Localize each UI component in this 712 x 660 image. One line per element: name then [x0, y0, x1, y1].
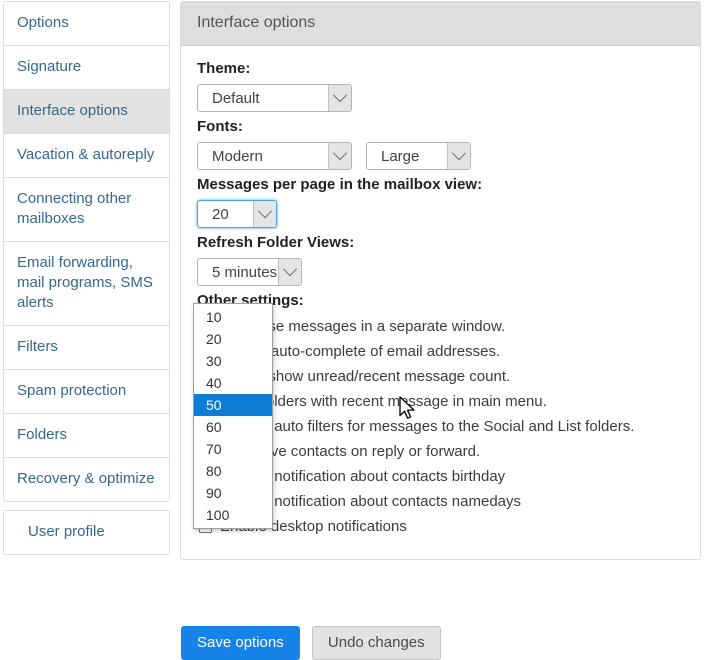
messages-per-page-label: Messages per page in the mailbox view:	[197, 176, 483, 193]
sidebar-item-label: Filters	[17, 338, 58, 355]
sidebar-item-filters[interactable]: Filters	[4, 326, 169, 370]
sidebar-item-label: Options	[17, 14, 69, 31]
font-size-select[interactable]: Large	[366, 142, 471, 170]
font-size-select-value: Large	[381, 147, 420, 165]
messages-per-page-dropdown-list[interactable]: 10 20 30 40 50 60 70 80 90 100	[193, 303, 273, 529]
sidebar-item-label: Interface options	[17, 102, 128, 119]
sidebar-item-label: Email forwarding, mail programs, SMS ale…	[17, 254, 153, 311]
sidebar-item-vacation-autoreply[interactable]: Vacation & autoreply	[4, 134, 169, 178]
dropdown-option[interactable]: 20	[194, 328, 272, 350]
sidebar-item-signature[interactable]: Signature	[4, 46, 169, 90]
panel-body: Theme: Default Fonts: Modern Large Messa…	[181, 46, 700, 559]
theme-select-value: Default	[212, 89, 260, 107]
chevron-down-icon	[253, 201, 276, 227]
form-actions: Save options Undo changes	[181, 626, 441, 660]
sidebar-item-label: Signature	[17, 58, 82, 75]
page-title: Interface options	[197, 14, 316, 31]
refresh-folder-views-select[interactable]: 5 minutes	[197, 258, 302, 286]
sidebar-item-email-forwarding[interactable]: Email forwarding, mail programs, SMS ale…	[4, 242, 169, 326]
fonts-label: Fonts:	[197, 118, 243, 135]
dropdown-option[interactable]: 40	[194, 372, 272, 394]
chevron-down-icon	[447, 143, 470, 169]
sidebar-item-label: Recovery & optimize	[17, 470, 155, 487]
fonts-row: Modern Large	[197, 142, 684, 170]
sidebar-item-interface-options[interactable]: Interface options	[4, 90, 169, 134]
chevron-down-icon	[278, 259, 301, 285]
chevron-down-icon	[328, 85, 351, 111]
undo-changes-button[interactable]: Undo changes	[311, 626, 441, 660]
sidebar-item-user-profile[interactable]: User profile	[4, 511, 169, 554]
sidebar-item-label: Folders	[17, 426, 68, 443]
sidebar-nav-group-profile: User profile	[3, 510, 170, 555]
interface-options-panel: Interface options Theme: Default Fonts: …	[180, 1, 701, 560]
sidebar-item-label: Vacation & autoreply	[17, 146, 155, 163]
dropdown-option[interactable]: 90	[194, 482, 272, 504]
dropdown-option[interactable]: 30	[194, 350, 272, 372]
sidebar-item-spam-protection[interactable]: Spam protection	[4, 370, 169, 414]
refresh-folder-views-select-value: 5 minutes	[212, 263, 278, 281]
dropdown-option[interactable]: 80	[194, 460, 272, 482]
messages-per-page-select-value: 20	[212, 205, 229, 223]
refresh-folder-views-label: Refresh Folder Views:	[197, 234, 355, 251]
sidebar-item-options[interactable]: Options	[4, 2, 169, 46]
sidebar-item-connecting-other-mailboxes[interactable]: Connecting other mailboxes	[4, 178, 169, 242]
settings-sidebar: Options Signature Interface options Vaca…	[3, 1, 170, 555]
chevron-down-icon	[328, 143, 351, 169]
messages-per-page-select[interactable]: 20	[197, 200, 277, 228]
sidebar-item-folders[interactable]: Folders	[4, 414, 169, 458]
dropdown-option[interactable]: 100	[194, 504, 272, 526]
font-family-select[interactable]: Modern	[197, 142, 352, 170]
checkbox-label: Disable auto filters for messages to the…	[220, 418, 635, 435]
sidebar-item-label: Spam protection	[17, 382, 127, 399]
sidebar-item-label: User profile	[28, 523, 105, 540]
save-options-button[interactable]: Save options	[181, 626, 300, 660]
theme-select[interactable]: Default	[197, 84, 352, 112]
font-family-select-value: Modern	[212, 147, 263, 165]
sidebar-nav-group-settings: Options Signature Interface options Vaca…	[3, 1, 170, 502]
theme-label: Theme:	[197, 60, 251, 77]
dropdown-option[interactable]: 10	[194, 306, 272, 328]
panel-header: Interface options	[181, 2, 700, 46]
sidebar-item-recovery-optimize[interactable]: Recovery & optimize	[4, 458, 169, 501]
dropdown-option-highlighted[interactable]: 50	[194, 394, 272, 416]
sidebar-item-label: Connecting other mailboxes	[17, 190, 132, 227]
dropdown-option[interactable]: 60	[194, 416, 272, 438]
dropdown-option[interactable]: 70	[194, 438, 272, 460]
